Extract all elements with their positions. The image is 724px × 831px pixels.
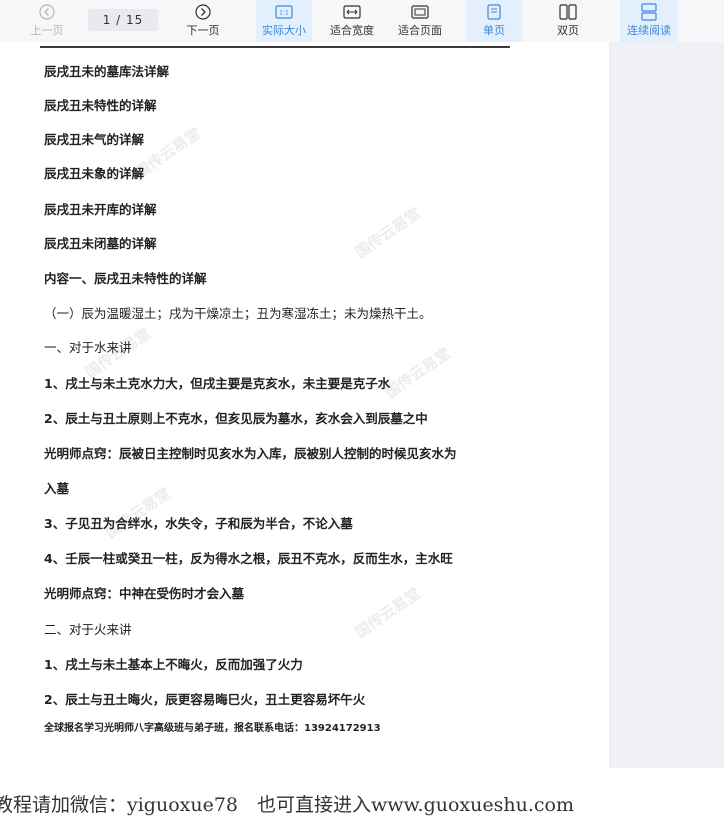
doc-line: 1、戌土与未土基本上不晦火，反而加强了火力 bbox=[44, 657, 303, 672]
doc-line: 光明师点窍：中神在受伤时才会入墓 bbox=[44, 586, 245, 601]
document-page: 国传云易堂 国传云易堂 国传云易堂 国传云易堂 国传云易堂 国传云易堂 辰戌丑未… bbox=[0, 42, 609, 768]
doc-line: 辰戌丑未特性的详解 bbox=[44, 98, 157, 113]
actual-size-icon: 1:1 bbox=[273, 3, 295, 21]
double-page-button[interactable]: 双页 bbox=[540, 0, 596, 42]
doc-line: 辰戌丑未闭墓的详解 bbox=[44, 236, 157, 251]
doc-line: 入墓 bbox=[44, 481, 70, 496]
prev-page-label: 上一页 bbox=[30, 24, 64, 37]
svg-text:1:1: 1:1 bbox=[279, 10, 289, 17]
watermark: 国传云易堂 bbox=[351, 584, 424, 642]
fit-page-label: 适合页面 bbox=[398, 24, 442, 37]
watermark: 国传云易堂 bbox=[351, 204, 424, 262]
fit-page-icon bbox=[409, 3, 431, 21]
next-page-button[interactable]: 下一页 bbox=[180, 0, 226, 42]
doc-line: 辰戌丑未的墓库法详解 bbox=[44, 64, 170, 79]
single-page-button[interactable]: 单页 bbox=[466, 0, 522, 42]
actual-size-button[interactable]: 1:1 实际大小 bbox=[256, 0, 312, 42]
doc-line: 二、对于火来讲 bbox=[44, 622, 132, 637]
continuous-reading-icon bbox=[638, 3, 660, 21]
single-page-icon bbox=[483, 3, 505, 21]
doc-line: 光明师点窍：辰被日主控制时见亥水为入库，辰被别人控制的时候见亥水为 bbox=[44, 446, 457, 461]
double-page-icon bbox=[557, 3, 579, 21]
single-page-label: 单页 bbox=[483, 24, 505, 37]
double-page-label: 双页 bbox=[557, 24, 579, 37]
continuous-reading-button[interactable]: 连续阅读 bbox=[620, 0, 678, 42]
doc-line: 辰戌丑未象的详解 bbox=[44, 166, 145, 181]
fit-width-label: 适合宽度 bbox=[330, 24, 374, 37]
chevron-right-icon bbox=[192, 3, 214, 21]
fit-width-button[interactable]: 适合宽度 bbox=[324, 0, 380, 42]
next-page-label: 下一页 bbox=[186, 24, 220, 37]
page-indicator[interactable]: 1 / 15 bbox=[88, 9, 158, 31]
bottom-banner: 教程请加微信：yiguoxue78 也可直接进入www.guoxueshu.co… bbox=[0, 768, 724, 831]
doc-line: 2、辰土与丑土原则上不克水，但亥见辰为墓水，亥水会入到辰墓之中 bbox=[44, 411, 428, 426]
fit-width-icon bbox=[341, 3, 363, 21]
actual-size-label: 实际大小 bbox=[262, 24, 306, 37]
doc-line: （一）辰为温暖湿土；戌为干燥凉土；丑为寒湿冻土；未为燥热干土。 bbox=[44, 306, 432, 321]
fit-page-button[interactable]: 适合页面 bbox=[392, 0, 448, 42]
doc-line: 辰戌丑未开库的详解 bbox=[44, 202, 157, 217]
doc-line: 4、壬辰一柱或癸丑一柱，反为得水之根，辰丑不克水，反而生水，主水旺 bbox=[44, 551, 453, 566]
toolbar: 上一页 1 / 15 下一页 1:1 实际大小 适合宽度 适合页面 单页 双页 … bbox=[0, 0, 724, 42]
watermark: 国传云易堂 bbox=[381, 344, 454, 402]
chevron-left-icon bbox=[36, 3, 58, 21]
prev-page-button[interactable]: 上一页 bbox=[24, 0, 70, 42]
banner-text: 教程请加微信：yiguoxue78 也可直接进入www.guoxueshu.co… bbox=[0, 794, 574, 816]
doc-line: 3、子见丑为合绊水，水失令，子和辰为半合，不论入墓 bbox=[44, 516, 353, 531]
doc-line: 2、辰土与丑土晦火，辰更容易晦巳火，丑土更容易坏午火 bbox=[44, 692, 366, 707]
page-top-rule bbox=[40, 46, 510, 48]
doc-line: 内容一、辰戌丑未特性的详解 bbox=[44, 271, 207, 286]
continuous-reading-label: 连续阅读 bbox=[627, 24, 671, 37]
doc-line: 1、戌土与未土克水力大，但戌主要是克亥水，未主要是克子水 bbox=[44, 376, 391, 391]
doc-line: 辰戌丑未气的详解 bbox=[44, 132, 145, 147]
doc-line: 一、对于水来讲 bbox=[44, 340, 132, 355]
right-panel bbox=[609, 42, 724, 768]
doc-footer: 全球报名学习光明师八字高级班与弟子班，报名联系电话：13924172913 bbox=[44, 723, 381, 734]
